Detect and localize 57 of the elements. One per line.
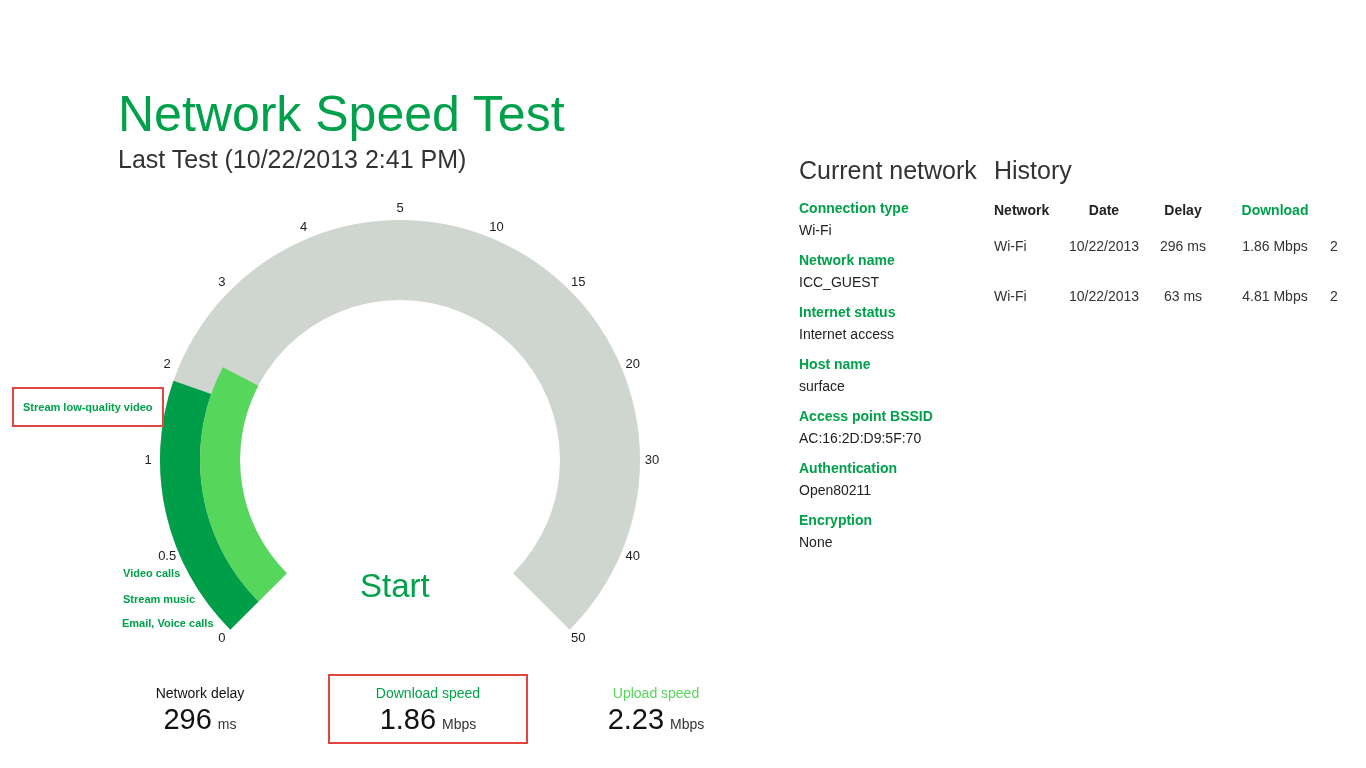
page-title: Network Speed Test xyxy=(118,85,565,144)
column-header[interactable]: Date xyxy=(1088,202,1120,218)
stat-value: 296 xyxy=(163,702,212,736)
table-cell: 2 xyxy=(1330,288,1338,304)
field-label: Access point BSSID xyxy=(799,407,934,426)
field-value: Internet access xyxy=(799,325,895,344)
gauge-tick-label: 10 xyxy=(489,219,504,236)
field-label: Network name xyxy=(799,251,896,270)
activity-label: Stream music xyxy=(123,592,196,606)
field-value: Wi-Fi xyxy=(799,221,833,240)
activity-label: Video calls xyxy=(123,566,181,580)
stat-label: Download speed xyxy=(375,684,481,702)
stat-unit: Mbps xyxy=(442,715,477,734)
table-cell: Wi-Fi xyxy=(994,238,1027,254)
field-label: Host name xyxy=(799,355,872,374)
column-header[interactable]: Network xyxy=(994,202,1050,218)
field-label: Authentication xyxy=(799,459,898,478)
gauge-tick-label: 4 xyxy=(299,219,308,236)
gauge-tick-label: 15 xyxy=(570,273,586,290)
gauge-tick-label: 20 xyxy=(625,355,641,372)
gauge-tick-label: 0.5 xyxy=(158,548,177,565)
stat-unit: Mbps xyxy=(670,715,705,734)
stat-value: 1.86 xyxy=(379,702,437,736)
gauge-tick-label: 2 xyxy=(163,355,171,372)
field-value: Open80211 xyxy=(799,481,873,500)
table-cell: 4.81 Mbps xyxy=(1242,288,1308,304)
stat-unit: ms xyxy=(217,715,237,734)
gauge-tick-label: 40 xyxy=(625,548,641,565)
stat-value: 2.23 xyxy=(607,702,665,736)
gauge-tick-label: 1 xyxy=(144,452,152,468)
field-value: ICC_GUEST xyxy=(799,273,881,292)
activity-label: Stream low-quality video xyxy=(12,387,164,427)
table-cell: 2 xyxy=(1330,238,1338,254)
column-header[interactable]: Delay xyxy=(1164,202,1202,218)
field-value: surface xyxy=(799,377,846,396)
table-cell: 1.86 Mbps xyxy=(1242,238,1308,254)
table-cell: 10/22/2013 xyxy=(1068,288,1140,304)
activity-label: Email, Voice calls xyxy=(122,616,214,630)
field-value: None xyxy=(799,533,834,552)
field-label: Encryption xyxy=(799,511,874,530)
last-test-subtitle: Last Test (10/22/2013 2:41 PM) xyxy=(118,144,467,174)
field-label: Internet status xyxy=(799,303,897,322)
stat-label: Network delay xyxy=(155,684,245,702)
gauge-tick-label: 3 xyxy=(218,273,226,290)
gauge-tick-label: 30 xyxy=(644,452,660,468)
gauge-tick-label: 0 xyxy=(218,630,226,647)
field-label: Connection type xyxy=(799,199,910,218)
section-title: History xyxy=(994,155,1073,185)
field-value: AC:16:2D:D9:5F:70 xyxy=(799,429,923,448)
table-cell: Wi-Fi xyxy=(994,288,1027,304)
table-cell: 63 ms xyxy=(1163,288,1203,304)
section-title: Current network xyxy=(799,155,978,185)
table-cell: 296 ms xyxy=(1160,238,1206,254)
stat-label: Upload speed xyxy=(612,684,700,702)
table-cell: 10/22/2013 xyxy=(1068,238,1140,254)
gauge-tick-label: 5 xyxy=(396,200,404,216)
gauge-tick-label: 50 xyxy=(570,630,586,647)
